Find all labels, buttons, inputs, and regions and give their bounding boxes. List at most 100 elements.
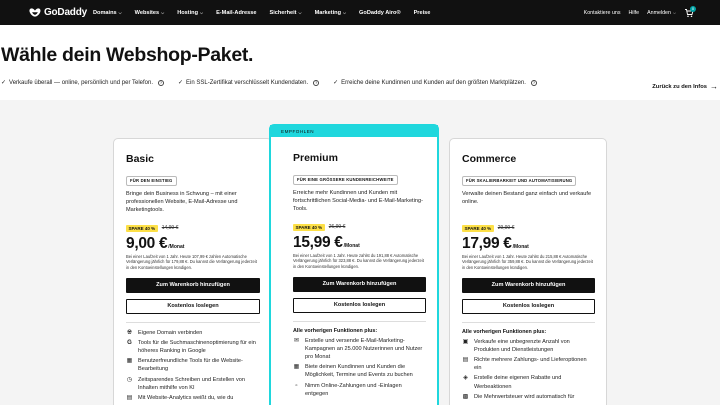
cart-button[interactable]: 0 bbox=[684, 5, 696, 18]
analytics-icon: ▤ bbox=[126, 395, 133, 402]
hero-features: ✓ Verkaufe überall — online, persönlich u… bbox=[1, 79, 537, 86]
page-title: Wähle dein Webshop-Paket. bbox=[1, 44, 254, 66]
features-heading: Alle vorherigen Funktionen plus: bbox=[293, 327, 378, 334]
main-menu: Domains ⌵ Websites ⌵ Hosting ⌵ E-Mail-Adres… bbox=[93, 10, 443, 16]
feature-text: Erstelle und versende E-Mail-Marketing-K… bbox=[305, 337, 423, 361]
hero-feature-text: Verkaufe überall — online, persönlich un… bbox=[9, 79, 154, 86]
discount-row: SPARE 40 % 29,99 € bbox=[462, 224, 595, 232]
discount-row: SPARE 40 % 14,99 € bbox=[126, 224, 260, 232]
plan-name: Premium bbox=[293, 152, 338, 164]
hero-feature-text: Erreiche deine Kundinnen und Kunden auf … bbox=[341, 79, 526, 86]
divider bbox=[462, 321, 595, 323]
nav-label: Domains bbox=[93, 9, 117, 16]
calendar-icon: ▦ bbox=[293, 364, 300, 371]
info-icon[interactable]: ? bbox=[530, 79, 537, 86]
hero-feature: ✓ Verkaufe überall — online, persönlich u… bbox=[1, 79, 165, 86]
back-to-info-link[interactable]: Zurück zu den Infos → bbox=[652, 82, 718, 91]
nav-pricing[interactable]: Preise bbox=[414, 10, 431, 16]
list-item: ▩ Die Mehrwertsteuer wird automatisch für bbox=[462, 393, 595, 401]
nav-airo[interactable]: GoDaddy Airo® bbox=[359, 10, 401, 16]
info-icon[interactable]: ? bbox=[158, 79, 165, 86]
original-price: 26,99 € bbox=[328, 224, 346, 231]
chevron-down-icon: ⌵ bbox=[200, 10, 204, 15]
info-icon[interactable]: ? bbox=[313, 79, 320, 86]
nav-label: Sicherheit bbox=[269, 9, 297, 16]
discount-row: SPARE 40 % 26,99 € bbox=[293, 223, 426, 231]
plan-name: Basic bbox=[126, 153, 155, 165]
list-item: ▫ Nimm Online-Zahlungen und -Einlagen ent… bbox=[293, 382, 426, 398]
arrow-right-icon: → bbox=[710, 82, 718, 91]
feature-list: ✉ Erstelle und versende E-Mail-Marketing-… bbox=[293, 337, 426, 398]
plan-card-commerce: Commerce FÜR SKALIERBARKEIT UND AUTOMATI… bbox=[449, 138, 607, 405]
price-amount: 9,00 € bbox=[126, 234, 168, 252]
plan-card-basic: Basic FÜR DEN EINSTIEG Bringe dein Busin… bbox=[113, 138, 272, 405]
start-free-button[interactable]: Kostenlos loslegen bbox=[126, 298, 260, 314]
add-to-cart-button[interactable]: Zum Warenkorb hinzufügen bbox=[126, 277, 260, 293]
check-icon: ✓ bbox=[1, 80, 7, 86]
tag-icon: ◈ bbox=[463, 375, 468, 382]
cart-count-badge: 0 bbox=[690, 5, 696, 12]
hero-feature: ✓ Erreiche deine Kundinnen und Kunden auf… bbox=[333, 79, 537, 86]
original-price: 29,99 € bbox=[497, 225, 515, 232]
signin-menu[interactable]: Anmelden ⌵ bbox=[647, 10, 676, 16]
nav-label: Hosting bbox=[177, 9, 199, 16]
list-item: G Tools für die Suchmaschinenoptimierung … bbox=[126, 339, 260, 355]
clock-icon: ◷ bbox=[126, 376, 133, 383]
plan-description: Verwalte deinen Bestand ganz einfach und… bbox=[462, 190, 592, 205]
price-fine-print: Bei einer Laufzeit von 1 Jahr. Heute 107… bbox=[126, 253, 257, 271]
save-badge: SPARE 40 % bbox=[293, 223, 325, 231]
feature-text: Erstelle deine eigenen Rabatte und Werbe… bbox=[474, 375, 562, 390]
start-free-button[interactable]: Kostenlos loslegen bbox=[462, 298, 595, 314]
godaddy-logo[interactable]: GoDaddy bbox=[29, 7, 87, 18]
nav-security[interactable]: Sicherheit ⌵ bbox=[269, 10, 301, 16]
list-item: ▤ Richte mehrere Zahlungs- und Lieferopti… bbox=[462, 356, 595, 372]
list-item: ▣ Verkaufe eine unbegrenzte Anzahl von Pr… bbox=[462, 338, 595, 354]
globe-icon: 🌐︎ bbox=[127, 329, 132, 336]
feature-list: 🌐︎ Eigene Domain verbinden G Tools für die… bbox=[126, 329, 260, 403]
logo-text: GoDaddy bbox=[43, 7, 87, 18]
list-item: ◈ Erstelle deine eigenen Rabatte und Werb… bbox=[462, 374, 595, 390]
chevron-down-icon: ⌵ bbox=[343, 10, 347, 15]
save-badge: SPARE 40 % bbox=[126, 224, 158, 232]
feature-text: Verkaufe eine unbegrenzte Anzahl von Pro… bbox=[474, 338, 570, 353]
add-to-cart-button[interactable]: Zum Warenkorb hinzufügen bbox=[462, 277, 595, 293]
contact-link[interactable]: Kontaktiere uns bbox=[584, 10, 621, 16]
price: 15,99 € /Monat bbox=[293, 234, 426, 252]
box-icon: ▣ bbox=[462, 338, 469, 345]
price-period: /Monat bbox=[343, 242, 360, 249]
nav-email[interactable]: E-Mail-Adresse bbox=[216, 10, 256, 16]
nav-label: Websites bbox=[134, 9, 160, 16]
feature-text: Die Mehrwertsteuer wird automatisch für bbox=[474, 393, 575, 400]
godaddy-logo-icon bbox=[29, 8, 41, 17]
nav-domains[interactable]: Domains ⌵ bbox=[93, 10, 122, 16]
hero-feature-text: Ein SSL-Zertifikat verschlüsselt Kundend… bbox=[186, 79, 309, 86]
feature-text: Eigene Domain verbinden bbox=[138, 329, 203, 336]
divider bbox=[126, 321, 260, 323]
list-item: ▦ Biete deinen Kundinnen und Kunden die M… bbox=[293, 363, 426, 379]
start-free-button[interactable]: Kostenlos loslegen bbox=[293, 297, 426, 313]
features-heading: Alle vorherigen Funktionen plus: bbox=[462, 328, 547, 335]
price-fine-print: Bei einer Laufzeit von 1 Jahr. Heute zah… bbox=[293, 252, 424, 270]
nav-marketing[interactable]: Marketing ⌵ bbox=[315, 10, 346, 16]
save-badge: SPARE 40 % bbox=[462, 224, 494, 232]
price-period: /Monat bbox=[512, 243, 529, 250]
feature-text: Benutzerfreundliche Tools für die Websit… bbox=[138, 358, 243, 373]
feature-text: Nimm Online-Zahlungen und -Einlagen entg… bbox=[305, 382, 402, 397]
plan-badge: FÜR EINE GRÖSSERE KUNDENREICHWEITE bbox=[293, 174, 398, 185]
back-link-label: Zurück zu den Infos bbox=[652, 83, 707, 90]
nav-label: Preise bbox=[413, 9, 431, 16]
plan-badge: FÜR DEN EINSTIEG bbox=[126, 175, 177, 186]
hero-feature: ✓ Ein SSL-Zertifikat verschlüsselt Kunden… bbox=[178, 79, 320, 86]
plan-card-premium: EMPFOHLEN Premium FÜR EINE GRÖSSERE KUND… bbox=[269, 124, 439, 405]
add-to-cart-button[interactable]: Zum Warenkorb hinzufügen bbox=[293, 276, 426, 292]
recommended-band: EMPFOHLEN bbox=[270, 125, 438, 137]
feature-text: Zeitsparendes Schreiben und Erstellen vo… bbox=[138, 376, 245, 391]
list-item: ◷ Zeitsparendes Schreiben und Erstellen v… bbox=[126, 376, 260, 392]
original-price: 14,99 € bbox=[161, 225, 179, 232]
nav-websites[interactable]: Websites ⌵ bbox=[135, 10, 165, 16]
tax-icon: ▩ bbox=[462, 393, 469, 400]
nav-hosting[interactable]: Hosting ⌵ bbox=[177, 10, 203, 16]
list-item: ▦ Benutzerfreundliche Tools für die Websi… bbox=[126, 357, 260, 373]
payment-icon: ▫ bbox=[295, 382, 298, 389]
help-link[interactable]: Hilfe bbox=[628, 10, 639, 16]
